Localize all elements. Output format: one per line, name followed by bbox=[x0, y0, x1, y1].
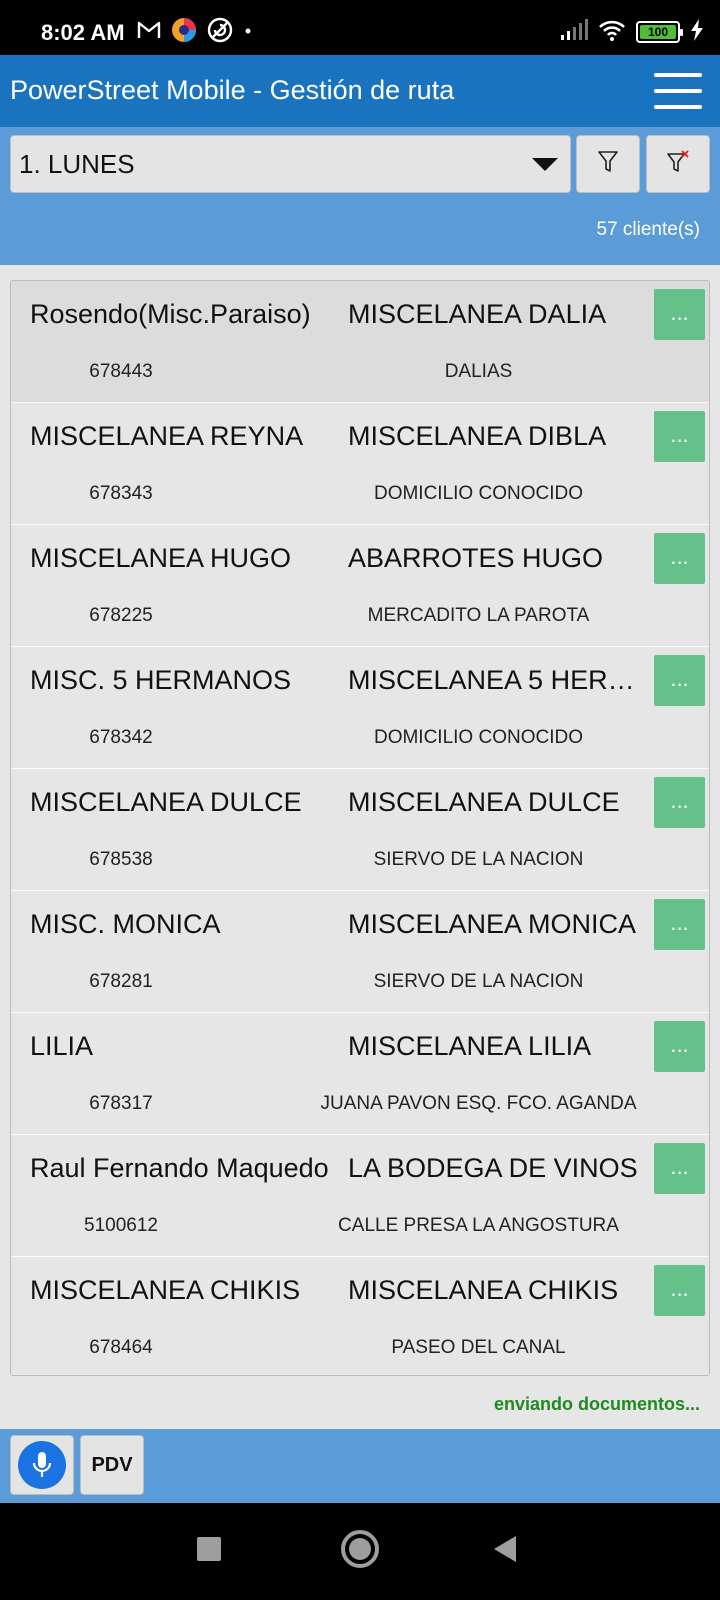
browser-icon bbox=[171, 17, 197, 48]
filter-icon bbox=[597, 150, 619, 179]
business-name: MISCELANEA LILIA bbox=[348, 1031, 592, 1061]
client-code: 678317 bbox=[89, 1093, 153, 1114]
client-name: Rosendo(Misc.Paraiso) bbox=[30, 299, 311, 329]
client-address: CALLE PRESA LA ANGOSTURA bbox=[338, 1215, 619, 1236]
status-time: 8:02 AM bbox=[41, 20, 125, 45]
business-name: MISCELANEA DIBLA bbox=[348, 421, 607, 451]
more-button[interactable]: ... bbox=[654, 533, 705, 584]
recents-icon[interactable] bbox=[197, 1537, 221, 1561]
system-nav-bar bbox=[0, 1503, 720, 1600]
client-name: MISC. 5 HERMANOS bbox=[30, 665, 292, 695]
back-icon[interactable] bbox=[494, 1536, 516, 1562]
battery-icon: 100 bbox=[636, 21, 683, 43]
status-bar: 8:02 AM 100 bbox=[0, 0, 720, 55]
battery-level: 100 bbox=[640, 25, 676, 39]
list-item[interactable]: MISCELANEA REYNA MISCELANEA DIBLA 678343… bbox=[11, 403, 709, 525]
list-item[interactable]: Raul Fernando Maquedo LA BODEGA DE VINOS… bbox=[11, 1135, 709, 1257]
business-name: MISCELANEA MONICA bbox=[348, 909, 637, 939]
status-notification-icons bbox=[137, 17, 253, 48]
business-name: MISCELANEA CHIKIS bbox=[348, 1275, 619, 1305]
client-name: MISCELANEA CHIKIS bbox=[30, 1275, 301, 1305]
business-name: MISCELANEA DULCE bbox=[348, 787, 620, 817]
client-code: 678342 bbox=[89, 727, 153, 748]
client-name: MISCELANEA REYNA bbox=[30, 421, 304, 451]
status-system-icons: 100 bbox=[560, 18, 704, 46]
list-item[interactable]: MISC. 5 HERMANOS MISCELANEA 5 HERMANOS 6… bbox=[11, 647, 709, 769]
client-address: SIERVO DE LA NACION bbox=[373, 849, 584, 870]
client-code: 678464 bbox=[89, 1337, 153, 1358]
app-bar: PowerStreet Mobile - Gestión de ruta bbox=[0, 55, 720, 127]
list-item[interactable]: MISCELANEA HUGO ABARROTES HUGO 678225 ME… bbox=[11, 525, 709, 647]
filter-button[interactable] bbox=[576, 135, 640, 193]
gmail-icon bbox=[137, 20, 161, 45]
more-button[interactable]: ... bbox=[654, 899, 705, 950]
voice-button[interactable] bbox=[10, 1435, 74, 1495]
client-address: JUANA PAVON ESQ. FCO. AGANDA bbox=[320, 1093, 637, 1114]
list-item[interactable]: MISCELANEA CHIKIS MISCELANEA CHIKIS 6784… bbox=[11, 1257, 709, 1375]
client-code: 678343 bbox=[89, 483, 153, 504]
business-name: ABARROTES HUGO bbox=[348, 543, 604, 573]
client-name: MISCELANEA HUGO bbox=[30, 543, 292, 573]
client-name: LILIA bbox=[30, 1031, 94, 1061]
day-select-value: 1. LUNES bbox=[19, 148, 135, 179]
more-button[interactable]: ... bbox=[654, 1265, 705, 1316]
client-address: DOMICILIO CONOCIDO bbox=[373, 483, 583, 504]
client-code: 5100612 bbox=[84, 1215, 158, 1236]
client-code: 678538 bbox=[89, 849, 153, 870]
client-name: MISC. MONICA bbox=[30, 909, 221, 939]
client-address: SIERVO DE LA NACION bbox=[373, 971, 584, 992]
more-button[interactable]: ... bbox=[654, 411, 705, 462]
more-button[interactable]: ... bbox=[654, 777, 705, 828]
chevron-down-icon bbox=[532, 158, 558, 171]
client-code: 678225 bbox=[89, 605, 153, 626]
at-icon bbox=[207, 17, 233, 48]
charging-icon bbox=[690, 18, 704, 46]
list-item[interactable]: MISCELANEA DULCE MISCELANEA DULCE 678538… bbox=[11, 769, 709, 891]
filter-bar: 1. LUNES 57 cliente(s) bbox=[0, 127, 720, 265]
client-address: DOMICILIO CONOCIDO bbox=[373, 727, 583, 748]
client-address: PASEO DEL CANAL bbox=[391, 1337, 566, 1358]
business-name: MISCELANEA DALIA bbox=[348, 299, 607, 329]
client-name: Raul Fernando Maquedo bbox=[30, 1153, 329, 1183]
client-address: MERCADITO LA PAROTA bbox=[367, 605, 590, 626]
list-item[interactable]: MISC. MONICA MISCELANEA MONICA 678281 SI… bbox=[11, 891, 709, 1013]
signal-icon bbox=[560, 18, 588, 46]
list-item[interactable]: Rosendo(Misc.Paraiso) MISCELANEA DALIA 6… bbox=[11, 281, 709, 403]
client-code: 678443 bbox=[89, 361, 153, 382]
client-name: MISCELANEA DULCE bbox=[30, 787, 302, 817]
mic-icon bbox=[18, 1441, 66, 1489]
day-select[interactable]: 1. LUNES bbox=[10, 135, 571, 193]
more-button[interactable]: ... bbox=[654, 289, 705, 340]
wifi-icon bbox=[598, 19, 626, 46]
list-item[interactable]: LILIA MISCELANEA LILIA 678317 JUANA PAVO… bbox=[11, 1013, 709, 1135]
sending-status: enviando documentos... bbox=[493, 1394, 700, 1414]
client-count: 57 cliente(s) bbox=[596, 219, 701, 240]
menu-line bbox=[654, 105, 702, 109]
more-button[interactable]: ... bbox=[654, 1143, 705, 1194]
business-name: LA BODEGA DE VINOS bbox=[348, 1153, 638, 1183]
more-button[interactable]: ... bbox=[654, 1021, 705, 1072]
page-title: PowerStreet Mobile - Gestión de ruta bbox=[10, 75, 455, 105]
filter-clear-icon bbox=[666, 149, 690, 179]
business-name: MISCELANEA 5 HERMANOS bbox=[348, 665, 646, 695]
home-icon[interactable] bbox=[341, 1530, 379, 1568]
pdv-button[interactable]: PDV bbox=[80, 1435, 144, 1495]
client-code: 678281 bbox=[89, 971, 153, 992]
clear-filter-button[interactable] bbox=[646, 135, 710, 193]
bottom-toolbar: PDV bbox=[0, 1429, 720, 1503]
client-list: Rosendo(Misc.Paraiso) MISCELANEA DALIA 6… bbox=[10, 280, 710, 1376]
more-button[interactable]: ... bbox=[654, 655, 705, 706]
menu-icon[interactable] bbox=[654, 73, 702, 109]
client-address: DALIAS bbox=[444, 361, 513, 382]
menu-line bbox=[654, 73, 702, 77]
menu-line bbox=[654, 89, 702, 93]
dot-icon bbox=[243, 23, 253, 41]
